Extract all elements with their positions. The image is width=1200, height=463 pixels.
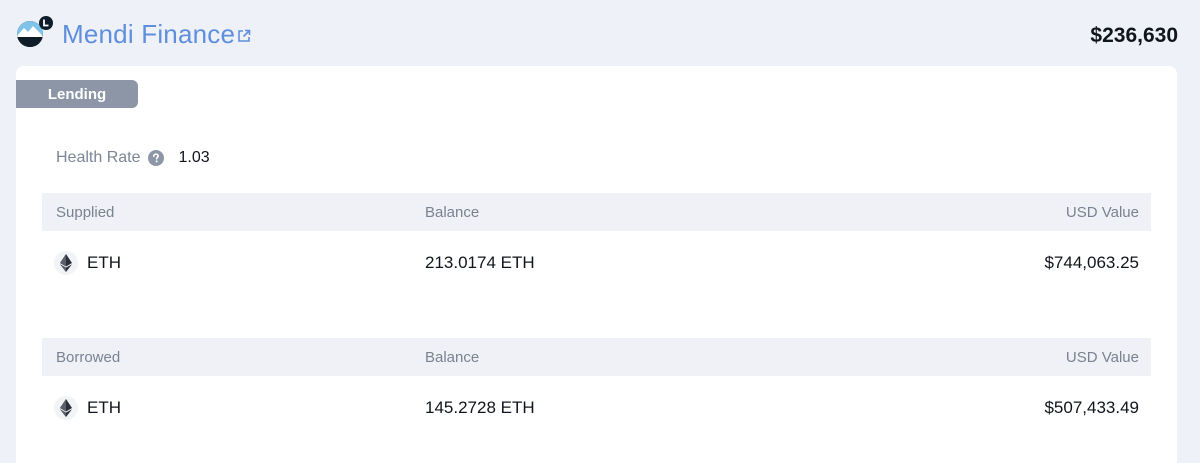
token-balance: 145.2728 ETH (425, 398, 535, 417)
usd-value: $744,063.25 (1044, 253, 1139, 272)
health-rate-label: Health Rate (56, 149, 141, 166)
health-rate-value: 1.03 (178, 149, 210, 166)
table-row: ETH 145.2728 ETH $507,433.49 (42, 376, 1151, 440)
external-link-icon[interactable] (236, 28, 252, 44)
usd-value: $507,433.49 (1044, 398, 1139, 417)
borrowed-table-header: Borrowed Balance USD Value (42, 338, 1151, 376)
question-circle-icon[interactable] (147, 150, 164, 166)
supplied-table-header: Supplied Balance USD Value (42, 193, 1151, 231)
project-name-link[interactable]: Mendi Finance (62, 19, 235, 50)
project-header: Mendi Finance $236,630 (0, 0, 1200, 66)
column-header-usd-value: USD Value (1065, 203, 1139, 221)
column-header-borrowed: Borrowed (56, 348, 121, 366)
total-value: $236,630 (1090, 24, 1178, 47)
health-rate: Health Rate 1.03 (56, 147, 210, 169)
lending-card: Lending Health Rate 1.03 Supplied Balanc… (16, 66, 1177, 463)
eth-icon (54, 396, 78, 420)
column-header-supplied: Supplied (56, 203, 115, 221)
token-symbol: ETH (87, 253, 121, 272)
mendi-logo-icon (17, 16, 53, 47)
column-header-balance: Balance (425, 203, 480, 221)
token-balance: 213.0174 ETH (425, 253, 535, 272)
column-header-usd-value: USD Value (1065, 348, 1139, 366)
table-row: ETH 213.0174 ETH $744,063.25 (42, 231, 1151, 295)
token-symbol: ETH (87, 398, 121, 417)
column-header-balance: Balance (425, 348, 480, 366)
lending-tag: Lending (16, 80, 138, 108)
eth-icon (54, 251, 78, 275)
